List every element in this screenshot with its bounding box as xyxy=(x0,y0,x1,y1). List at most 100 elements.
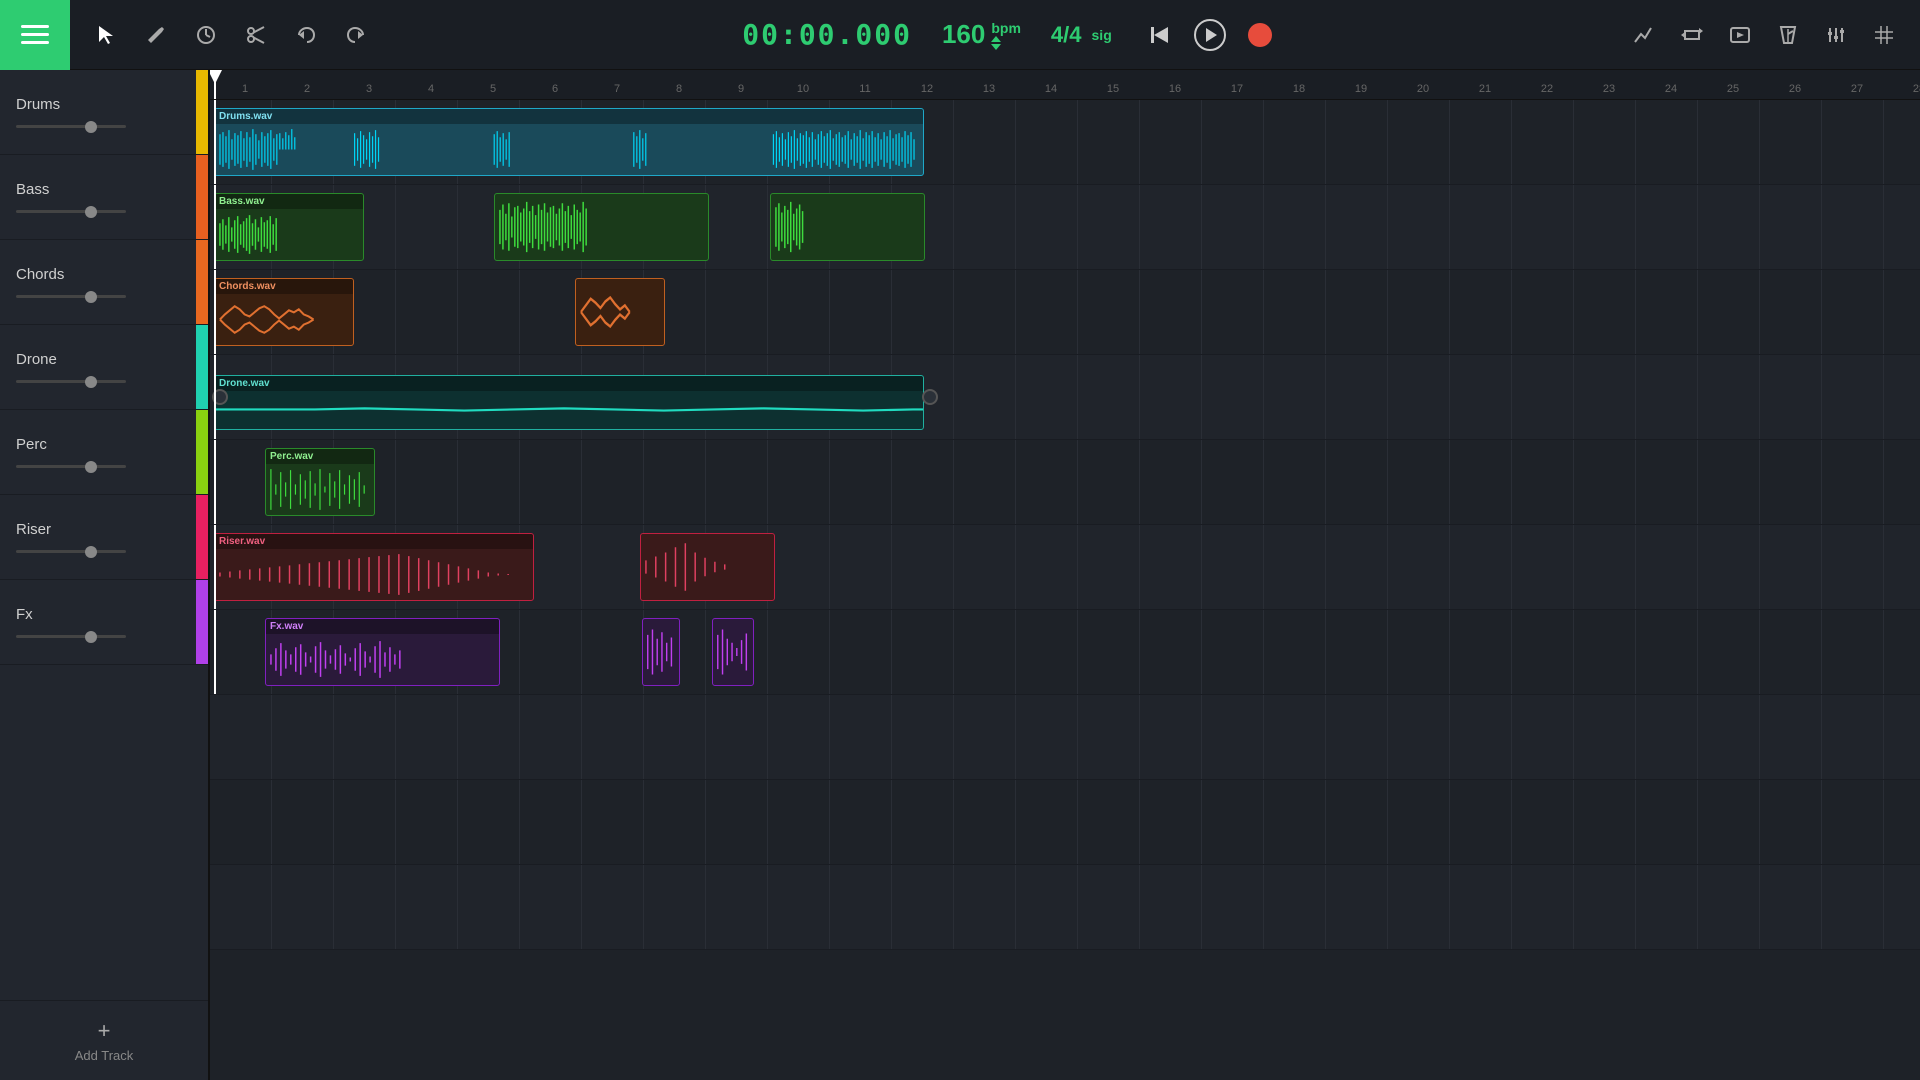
select-tool[interactable] xyxy=(90,19,122,51)
hamburger-icon xyxy=(21,25,49,44)
bpm-display: 160 bpm xyxy=(942,19,1021,50)
track-row-bass[interactable]: Bass.wav xyxy=(210,185,1920,270)
track-volume-chords[interactable] xyxy=(16,295,126,298)
ruler-numbers: 1234567891011121314151617181920212223242… xyxy=(210,83,1920,95)
track-header-bass: Bass xyxy=(0,155,208,240)
track-info-chords: Chords xyxy=(16,266,208,298)
ruler-mark-14: 14 xyxy=(1020,83,1082,95)
clip-wave-fx-2 xyxy=(643,619,679,685)
menu-button[interactable] xyxy=(0,0,70,70)
clip-wave-bass-1 xyxy=(215,209,363,260)
grid-empty-1 xyxy=(210,695,1920,779)
draw-tool[interactable] xyxy=(140,19,172,51)
toolbar: 00:00.000 160 bpm 4/4 sig xyxy=(0,0,1920,70)
clip-label-drone-1: Drone.wav xyxy=(215,376,923,391)
track-slider-row-drone xyxy=(16,380,208,383)
track-volume-fx[interactable] xyxy=(16,635,126,638)
clip-fx-1[interactable]: Fx.wav xyxy=(265,618,500,686)
clip-fx-3[interactable] xyxy=(712,618,754,686)
clip-riser-2[interactable] xyxy=(640,533,775,601)
graph-icon[interactable] xyxy=(1628,19,1660,51)
clip-wave-fx-3 xyxy=(713,619,753,685)
ruler-mark-25: 25 xyxy=(1702,83,1764,95)
track-volume-perc[interactable] xyxy=(16,465,126,468)
ruler-mark-12: 12 xyxy=(896,83,958,95)
track-slider-row-chords xyxy=(16,295,208,298)
clip-drums-1[interactable]: Drums.wav xyxy=(214,108,924,176)
clip-handle-end-drone[interactable] xyxy=(922,389,938,405)
ruler-mark-20: 20 xyxy=(1392,83,1454,95)
empty-row-2 xyxy=(210,780,1920,865)
track-row-fx[interactable]: Fx.wav xyxy=(210,610,1920,695)
time-display: 00:00.000 xyxy=(742,18,912,51)
track-volume-riser[interactable] xyxy=(16,550,126,553)
track-volume-bass[interactable] xyxy=(16,210,126,213)
tracks-content[interactable]: Drums.wav xyxy=(210,100,1920,1080)
undo-button[interactable] xyxy=(290,19,322,51)
ruler-mark-15: 15 xyxy=(1082,83,1144,95)
track-slider-row-fx xyxy=(16,635,208,638)
record-button[interactable] xyxy=(1242,17,1278,53)
clip-label-fx-1: Fx.wav xyxy=(266,619,499,634)
track-name-perc: Perc xyxy=(16,436,208,453)
clip-wave-riser-1 xyxy=(215,549,533,600)
track-row-chords[interactable]: Chords.wav xyxy=(210,270,1920,355)
loop-icon[interactable] xyxy=(1676,19,1708,51)
track-row-drone[interactable]: Drone.wav xyxy=(210,355,1920,440)
render-icon[interactable] xyxy=(1724,19,1756,51)
track-info-riser: Riser xyxy=(16,521,208,553)
track-header-chords: Chords xyxy=(0,240,208,325)
clip-chords-2[interactable] xyxy=(575,278,665,346)
clip-perc-1[interactable]: Perc.wav xyxy=(265,448,375,516)
ruler-mark-1: 1 xyxy=(214,83,276,95)
track-volume-drone[interactable] xyxy=(16,380,126,383)
track-row-drums[interactable]: Drums.wav xyxy=(210,100,1920,185)
empty-row-3 xyxy=(210,865,1920,950)
time-sig-label: sig xyxy=(1092,27,1112,43)
play-button[interactable] xyxy=(1192,17,1228,53)
clip-bass-1[interactable]: Bass.wav xyxy=(214,193,364,261)
clock-tool[interactable] xyxy=(190,19,222,51)
metronome-icon[interactable] xyxy=(1772,19,1804,51)
timeline-area: 1234567891011121314151617181920212223242… xyxy=(210,70,1920,1080)
scissors-tool[interactable] xyxy=(240,19,272,51)
track-row-riser[interactable]: Riser.wav xyxy=(210,525,1920,610)
ruler-mark-10: 10 xyxy=(772,83,834,95)
mix-icon[interactable] xyxy=(1820,19,1852,51)
ruler-mark-23: 23 xyxy=(1578,83,1640,95)
clip-wave-fx-1 xyxy=(266,634,499,685)
clip-label-perc-1: Perc.wav xyxy=(266,449,374,464)
track-info-drone: Drone xyxy=(16,351,208,383)
track-name-drone: Drone xyxy=(16,351,208,368)
empty-row-1 xyxy=(210,695,1920,780)
bpm-value: 160 xyxy=(942,19,985,50)
clip-handle-start-drone[interactable] xyxy=(212,389,228,405)
clip-fx-2[interactable] xyxy=(642,618,680,686)
tracks-panel: Drums Bass Chords xyxy=(0,70,210,1080)
ruler-mark-16: 16 xyxy=(1144,83,1206,95)
track-name-bass: Bass xyxy=(16,181,208,198)
clip-drone-1[interactable]: Drone.wav xyxy=(214,375,924,430)
redo-button[interactable] xyxy=(340,19,372,51)
track-header-perc: Perc xyxy=(0,410,208,495)
ruler-mark-5: 5 xyxy=(462,83,524,95)
clip-riser-1[interactable]: Riser.wav xyxy=(214,533,534,601)
grid-icon[interactable] xyxy=(1868,19,1900,51)
clip-bass-3[interactable] xyxy=(770,193,925,261)
toolbar-right xyxy=(1628,19,1920,51)
track-color-drums xyxy=(196,70,208,154)
ruler-mark-11: 11 xyxy=(834,83,896,95)
skip-back-button[interactable] xyxy=(1142,17,1178,53)
track-row-perc[interactable]: Perc.wav xyxy=(210,440,1920,525)
track-color-chords xyxy=(196,240,208,324)
time-sig-value: 4/4 xyxy=(1051,22,1082,48)
clip-bass-2[interactable] xyxy=(494,193,709,261)
add-track-plus-icon: + xyxy=(98,1018,111,1044)
track-header-riser: Riser xyxy=(0,495,208,580)
track-volume-drums[interactable] xyxy=(16,125,126,128)
ruler-mark-6: 6 xyxy=(524,83,586,95)
time-sig-display: 4/4 sig xyxy=(1051,22,1112,48)
bpm-arrows[interactable] xyxy=(991,36,1001,50)
add-track-button[interactable]: + Add Track xyxy=(0,1000,208,1080)
clip-chords-1[interactable]: Chords.wav xyxy=(214,278,354,346)
